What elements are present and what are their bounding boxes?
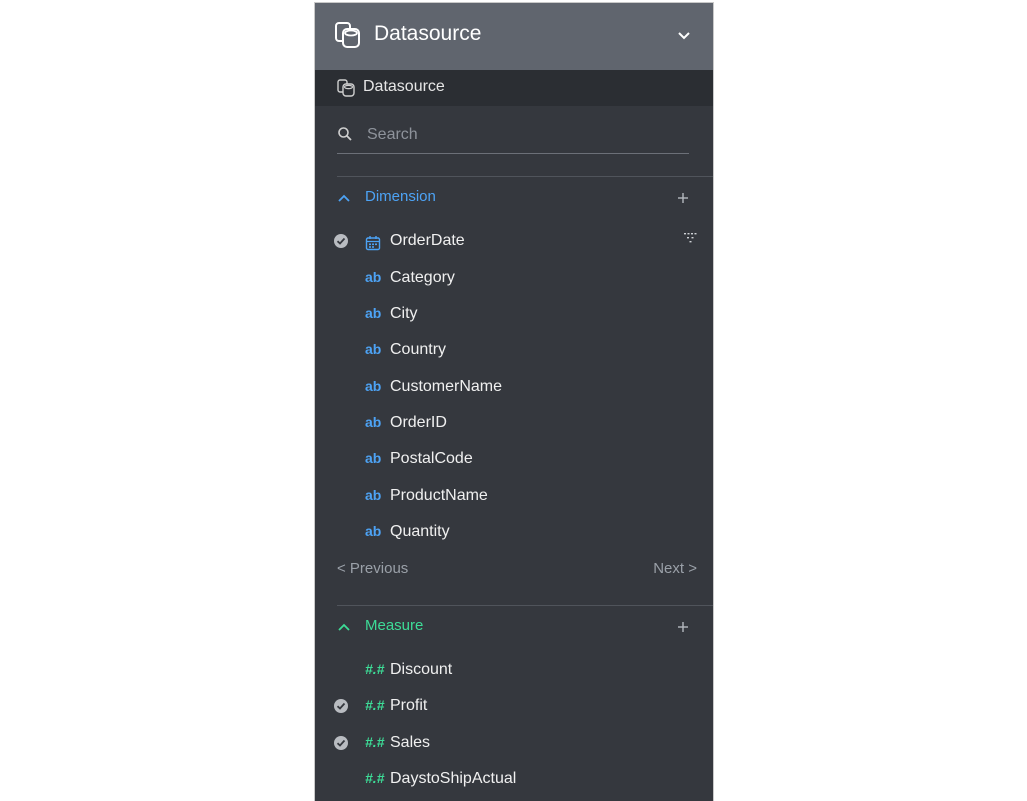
next-link[interactable]: Next >	[653, 560, 697, 577]
check-circle-icon	[334, 699, 348, 713]
string-type-icon: ab	[365, 305, 382, 321]
dimension-pager: < Previous Next >	[337, 560, 697, 580]
measure-field[interactable]: #.# Sales	[315, 731, 713, 761]
field-name: ProductName	[390, 487, 488, 504]
field-name: DaystoShipActual	[390, 770, 517, 787]
field-name: Quantity	[390, 523, 450, 540]
string-type-icon: ab	[365, 487, 382, 503]
field-name: Country	[390, 341, 447, 358]
field-name: Discount	[390, 661, 453, 678]
datasource-selector[interactable]: Datasource	[315, 70, 713, 106]
string-type-icon: ab	[365, 450, 382, 466]
string-type-icon: ab	[365, 523, 382, 539]
field-name: Profit	[390, 697, 428, 714]
previous-link[interactable]: < Previous	[337, 560, 408, 577]
search-box	[337, 115, 689, 154]
number-type-icon: #.#	[365, 661, 385, 677]
calendar-icon	[365, 236, 381, 251]
string-type-icon: ab	[365, 414, 382, 430]
check-circle-icon	[334, 736, 348, 750]
panel-title: Datasource	[374, 22, 482, 45]
dimension-title: Dimension	[365, 188, 436, 205]
measure-field[interactable]: #.# Discount	[315, 658, 713, 688]
measure-field[interactable]: #.# Profit	[315, 694, 713, 724]
dimension-field[interactable]: OrderDate	[315, 229, 713, 259]
measure-header[interactable]: Measure	[315, 615, 713, 641]
string-type-icon: ab	[365, 269, 382, 285]
dimension-field[interactable]: ab CustomerName	[315, 375, 713, 405]
field-name: OrderDate	[390, 232, 465, 249]
dimension-field[interactable]: ab Quantity	[315, 520, 713, 550]
dimension-field[interactable]: ab ProductName	[315, 484, 713, 514]
measure-title: Measure	[365, 617, 424, 634]
search-icon	[338, 127, 352, 141]
field-name: OrderID	[390, 414, 447, 431]
panel-header[interactable]: Datasource	[315, 3, 713, 70]
number-type-icon: #.#	[365, 770, 385, 786]
plus-icon[interactable]	[675, 619, 691, 635]
datasource-name: Datasource	[363, 78, 445, 95]
dimension-field[interactable]: ab City	[315, 302, 713, 332]
chevron-up-icon[interactable]	[337, 193, 351, 203]
field-name: PostalCode	[390, 450, 473, 467]
dimension-field[interactable]: ab Category	[315, 266, 713, 296]
string-type-icon: ab	[365, 341, 382, 357]
field-name: CustomerName	[390, 378, 503, 395]
filter-icon[interactable]	[682, 231, 700, 245]
dimension-field[interactable]: ab PostalCode	[315, 447, 713, 477]
datasource-icon	[335, 22, 360, 48]
plus-icon[interactable]	[675, 190, 691, 206]
dimension-header[interactable]: Dimension	[315, 186, 713, 212]
measure-field[interactable]: #.# DaystoShipActual	[315, 767, 713, 797]
check-circle-icon	[334, 234, 348, 248]
field-name: City	[390, 305, 418, 322]
number-type-icon: #.#	[365, 697, 385, 713]
search-input[interactable]	[365, 121, 669, 149]
chevron-up-icon[interactable]	[337, 622, 351, 632]
number-type-icon: #.#	[365, 734, 385, 750]
dimension-field[interactable]: ab Country	[315, 338, 713, 368]
string-type-icon: ab	[365, 378, 382, 394]
divider	[337, 605, 713, 606]
datasource-icon	[337, 79, 355, 97]
field-name: Category	[390, 269, 455, 286]
chevron-down-icon[interactable]	[677, 31, 691, 41]
datasource-panel: Datasource Datasource Dimension	[314, 2, 714, 801]
field-name: Sales	[390, 734, 431, 751]
divider	[337, 176, 713, 177]
dimension-field[interactable]: ab OrderID	[315, 411, 713, 441]
